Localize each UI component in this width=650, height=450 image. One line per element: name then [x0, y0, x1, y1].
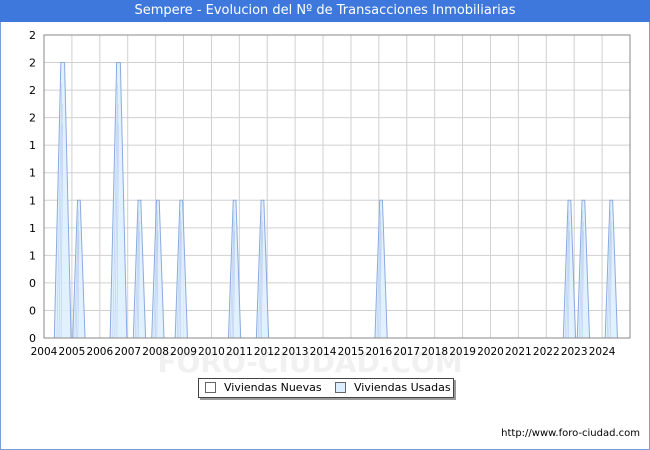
x-tick-label: 2023 — [561, 346, 588, 358]
x-tick-label: 2013 — [282, 346, 309, 358]
x-tick-label: 2006 — [86, 346, 113, 358]
x-tick-label: 2011 — [226, 346, 253, 358]
y-tick-label: 2 — [29, 112, 36, 125]
plot-area — [44, 35, 630, 338]
y-tick-label: 1 — [29, 139, 36, 152]
x-tick-label: 2024 — [589, 346, 616, 358]
legend-swatch-usadas — [335, 382, 346, 393]
legend-item-usadas: Viviendas Usadas — [335, 381, 451, 394]
x-tick-label: 2008 — [142, 346, 169, 358]
y-tick-label: 1 — [29, 167, 36, 180]
y-tick-label: 2 — [29, 57, 36, 70]
chart-legend: Viviendas Nuevas Viviendas Usadas — [198, 378, 454, 398]
x-tick-label: 2018 — [421, 346, 448, 358]
x-tick-label: 2014 — [310, 346, 337, 358]
x-tick-label: 2012 — [254, 346, 281, 358]
footer-url: http://www.foro-ciudad.com — [501, 428, 640, 439]
y-tick-label: 1 — [29, 249, 36, 262]
legend-swatch-nuevas — [205, 382, 216, 393]
x-tick-label: 2004 — [31, 346, 58, 358]
legend-label-nuevas: Viviendas Nuevas — [224, 381, 322, 394]
x-tick-label: 2010 — [198, 346, 225, 358]
x-tick-label: 2015 — [338, 346, 365, 358]
x-tick-label: 2005 — [59, 346, 86, 358]
x-tick-label: 2009 — [170, 346, 197, 358]
x-tick-label: 2019 — [449, 346, 476, 358]
y-tick-label: 2 — [29, 29, 36, 42]
x-tick-label: 2021 — [505, 346, 532, 358]
y-tick-label: 2 — [29, 84, 36, 97]
x-tick-label: 2020 — [477, 346, 504, 358]
x-tick-label: 2017 — [393, 346, 420, 358]
x-tick-label: 2022 — [533, 346, 560, 358]
legend-label-usadas: Viviendas Usadas — [354, 381, 451, 394]
y-tick-label: 0 — [29, 332, 36, 345]
y-tick-label: 1 — [29, 194, 36, 207]
x-tick-label: 2016 — [365, 346, 392, 358]
y-tick-label: 1 — [29, 222, 36, 235]
x-tick-label: 2007 — [114, 346, 141, 358]
y-tick-label: 0 — [29, 277, 36, 290]
legend-item-nuevas: Viviendas Nuevas — [205, 381, 322, 394]
y-tick-label: 0 — [29, 304, 36, 317]
